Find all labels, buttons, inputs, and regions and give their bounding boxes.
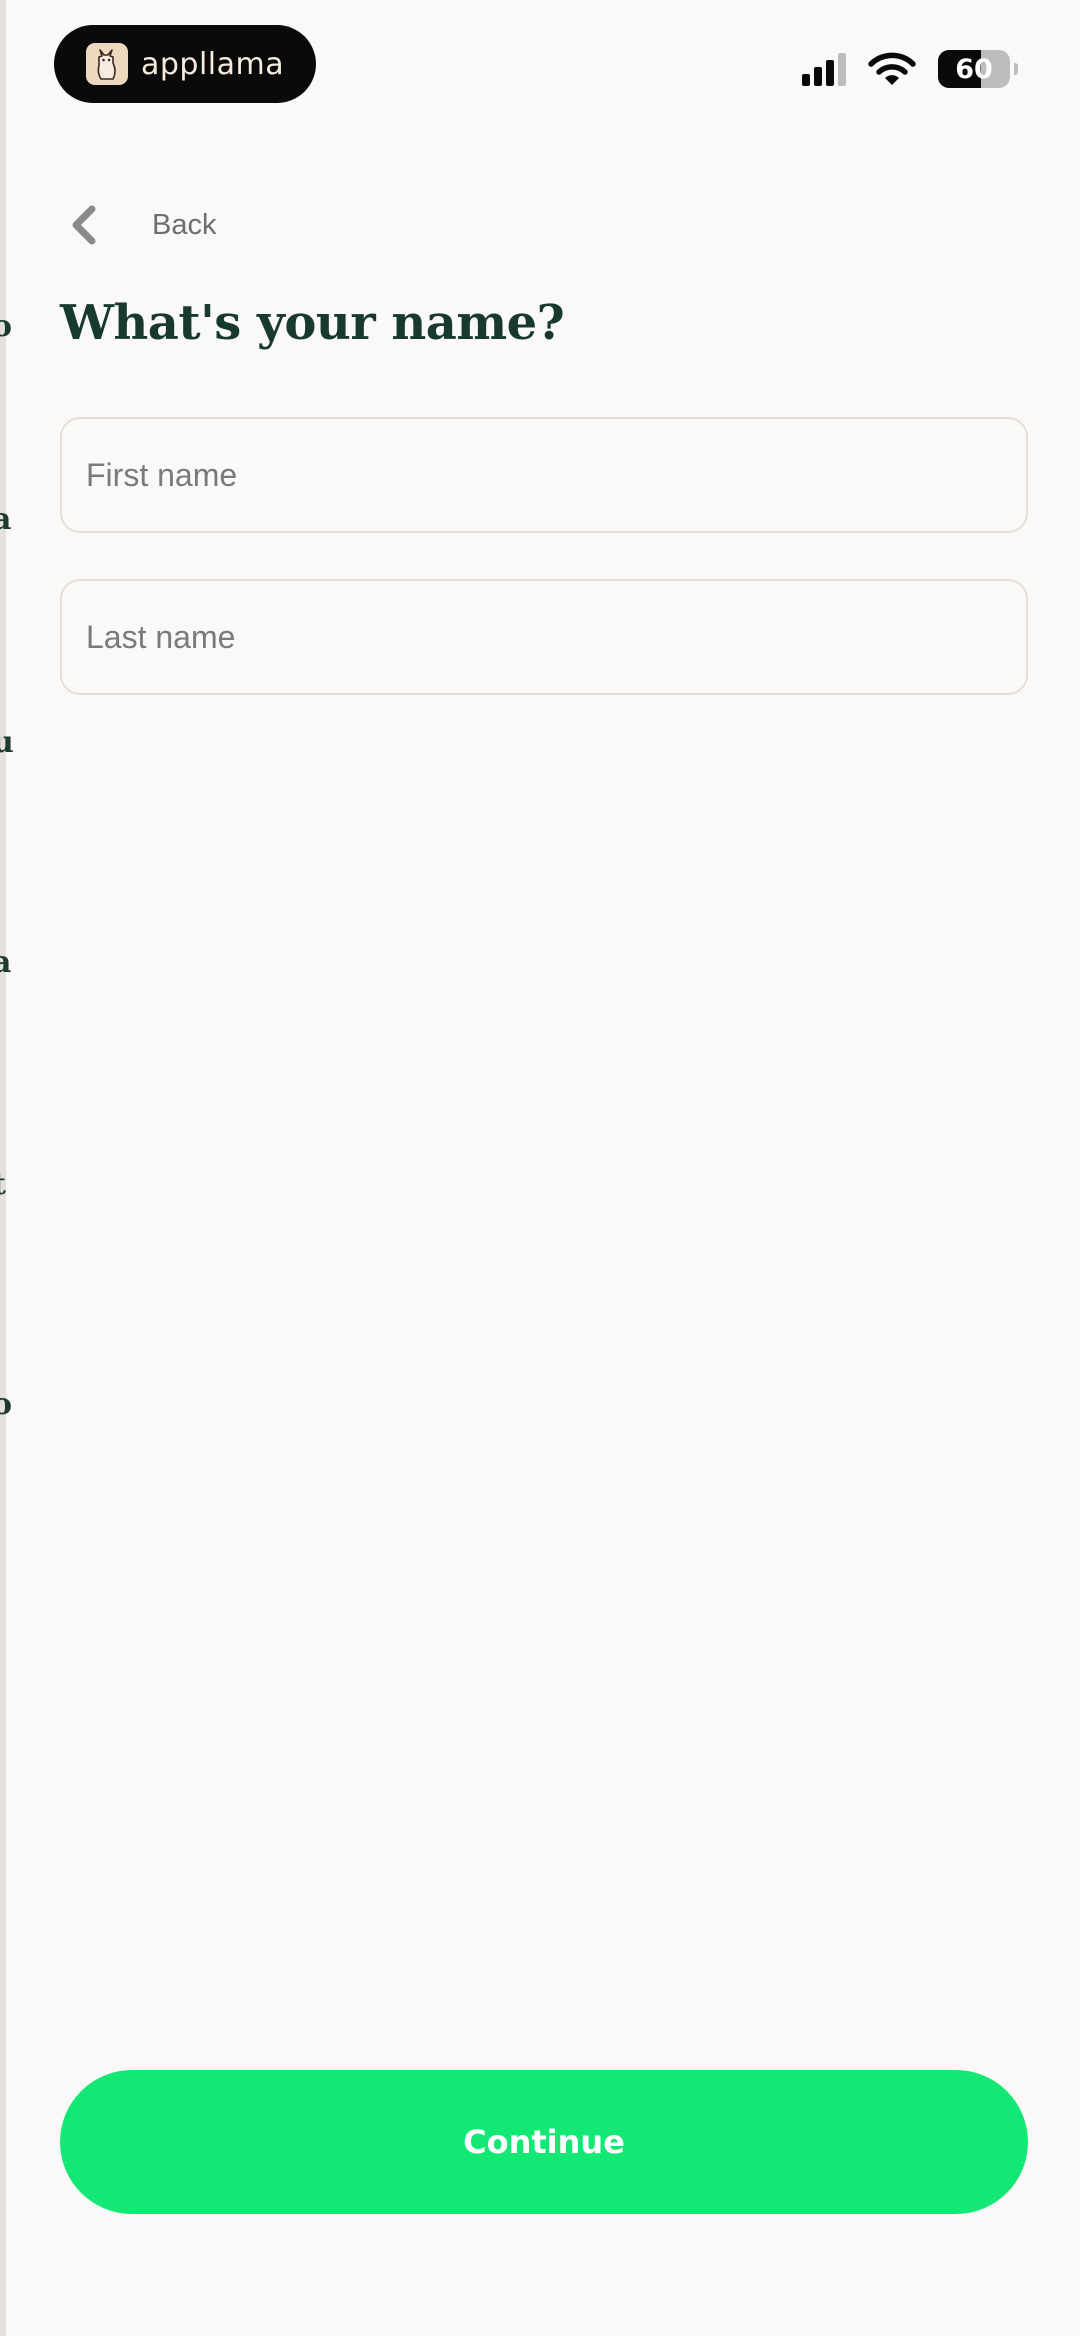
cellular-signal-icon <box>802 52 846 86</box>
background-card-glyph: t <box>0 1170 8 1200</box>
page-title: What's your name? <box>60 295 565 351</box>
background-card-glyph: a <box>0 945 12 980</box>
chevron-left-icon <box>72 205 96 245</box>
back-button[interactable]: Back <box>68 200 216 250</box>
llama-icon <box>86 43 128 85</box>
battery-percent: 60 <box>955 53 993 85</box>
first-name-input[interactable] <box>60 417 1028 533</box>
wifi-icon <box>868 52 916 85</box>
background-card-glyph: o <box>0 1387 13 1422</box>
app-switch-pill[interactable]: appllama <box>54 25 316 103</box>
back-label: Back <box>152 208 217 241</box>
background-card-glyph: o <box>0 309 13 344</box>
status-icons: 60 <box>802 50 1018 88</box>
last-name-input[interactable] <box>60 579 1028 695</box>
background-card-glyph: a <box>0 502 12 537</box>
app-name: appllama <box>141 46 285 82</box>
continue-button[interactable]: Continue <box>60 2070 1028 2214</box>
background-card-glyph: u <box>0 725 14 760</box>
battery-indicator: 60 <box>938 50 1018 88</box>
